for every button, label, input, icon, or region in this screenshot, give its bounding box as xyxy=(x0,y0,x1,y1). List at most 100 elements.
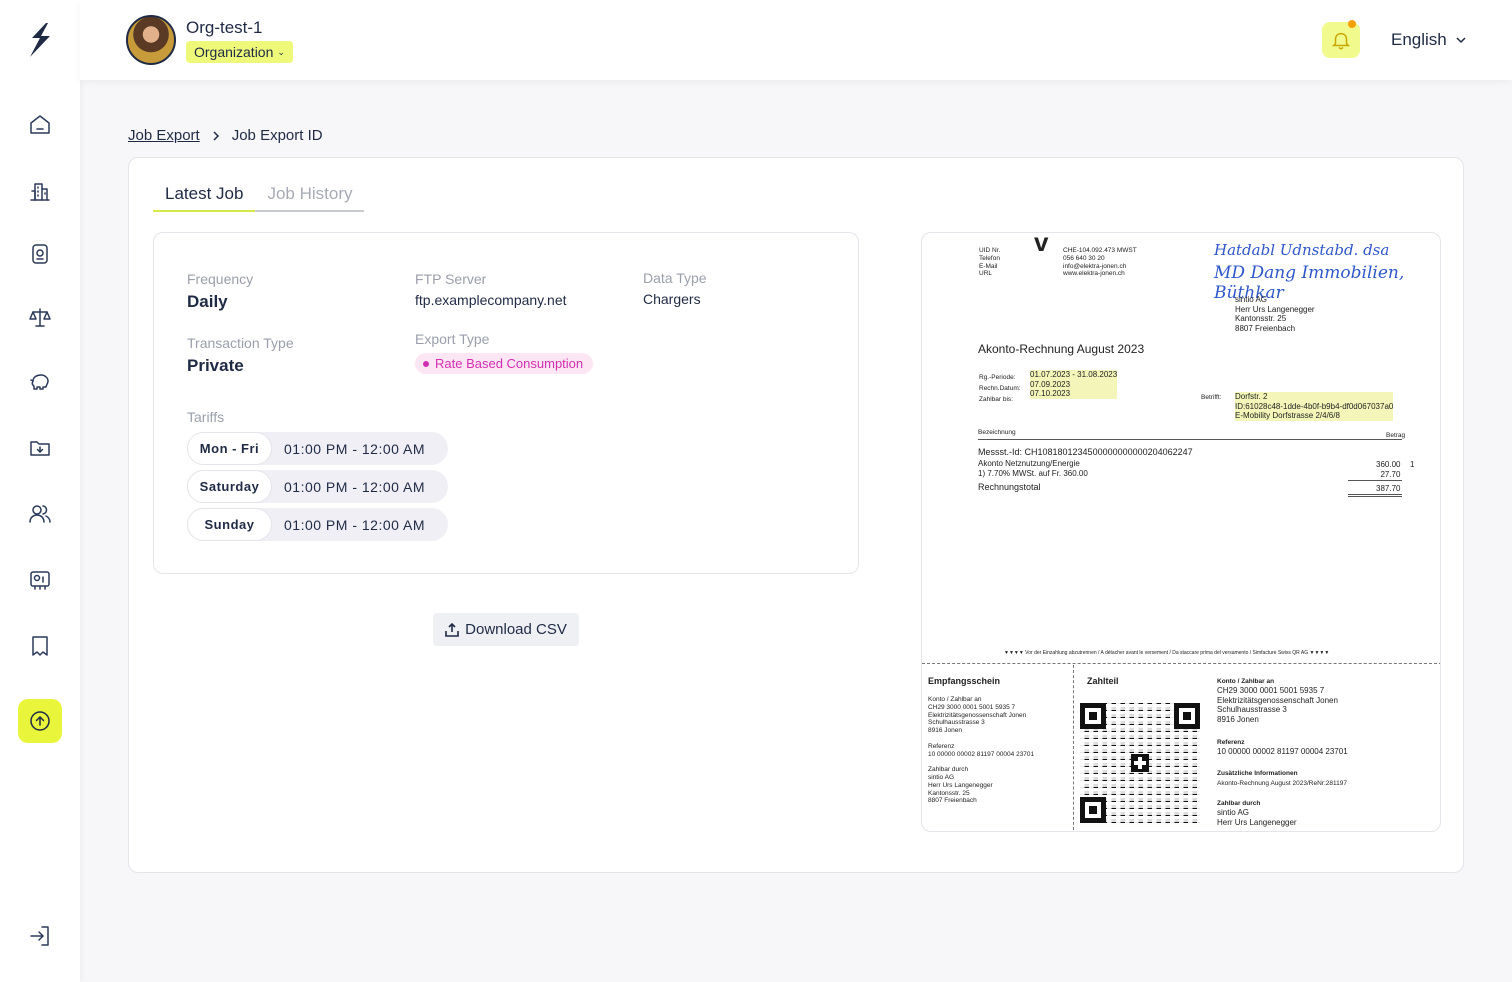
betrifft-value: Dorfstr. 2 ID:61028c48-1dde-4b0f-b9b4-df… xyxy=(1235,392,1394,421)
qr-finder xyxy=(1174,703,1200,729)
data-type-field: Data Type Chargers xyxy=(643,270,707,307)
ftp-server-value: ftp.examplecompany.net xyxy=(415,292,567,308)
handwritten-note: Hatdabl Udnstabd. dsa xyxy=(1214,241,1390,259)
tariffs-label: Tariffs xyxy=(187,409,225,425)
invoice-title: Akonto-Rechnung August 2023 xyxy=(978,342,1145,356)
nav-tariffs[interactable] xyxy=(18,296,62,340)
table-rule xyxy=(978,439,1402,440)
notifications-button[interactable] xyxy=(1322,20,1360,58)
sender-values: CHE-104.092.473 MWST 056 640 30 20 info@… xyxy=(1063,247,1137,278)
tab-job-history[interactable]: Job History xyxy=(255,182,365,212)
ftp-server-label: FTP Server xyxy=(415,271,487,287)
nav-logout[interactable] xyxy=(18,914,62,958)
frequency-value: Daily xyxy=(187,292,228,311)
logout-icon xyxy=(30,926,49,946)
payment-payer: sintio AG Herr Urs Langenegger xyxy=(1217,808,1297,827)
invoice-preview[interactable]: v UID Nr. Telefon E-Mail URL CHE-104.092… xyxy=(921,232,1441,832)
total-double-rule xyxy=(1348,494,1402,495)
frequency-field: Frequency Daily xyxy=(187,271,253,312)
nav-cards[interactable] xyxy=(18,558,62,602)
col-description: Bezeichnung xyxy=(978,429,1016,436)
export-type-badge: Rate Based Consumption xyxy=(415,353,594,374)
tariff-day: Saturday xyxy=(187,470,272,503)
export-type-field: Export Type Rate Based Consumption xyxy=(415,331,594,374)
nav-invoices[interactable] xyxy=(18,624,62,668)
users-icon xyxy=(29,505,51,523)
top-header: Org-test-1 Organization ⌄ English xyxy=(80,0,1512,80)
nav-buildings[interactable] xyxy=(18,169,62,213)
invoice-meta-labels: Rg.-Periode: Rechn.Datum: Zahlbar bis: xyxy=(979,374,1021,404)
metering-id: Messst.-Id: CH10818012345000000000002040… xyxy=(978,447,1193,457)
language-selector[interactable]: English xyxy=(1391,30,1467,50)
payment-info-label: Zusätzliche Informationen xyxy=(1217,770,1298,777)
payment-account-label: Konto / Zahlbar an xyxy=(1217,678,1275,685)
payment-info: Akonto-Rechnung August 2023/ReNr:281197 xyxy=(1217,780,1347,787)
language-label: English xyxy=(1391,30,1447,49)
tabs: Latest Job Job History xyxy=(153,182,365,212)
tariff-time: 01:00 PM - 12:00 AM xyxy=(284,440,426,457)
frequency-label: Frequency xyxy=(187,271,254,287)
total-amount: 387.70 xyxy=(1376,484,1401,493)
receipt-body: Konto / Zahlbar an CH29 3000 0001 5001 5… xyxy=(928,696,1035,805)
payment-ref-label: Referenz xyxy=(1217,739,1245,746)
nav-home[interactable] xyxy=(18,103,62,147)
org-type-label: Organization xyxy=(194,44,274,60)
avatar[interactable] xyxy=(126,15,176,65)
sender-labels: UID Nr. Telefon E-Mail URL xyxy=(979,247,1001,278)
piggy-bank-icon xyxy=(30,374,49,390)
chevron-right-icon xyxy=(213,130,219,141)
status-dot-icon xyxy=(423,360,429,367)
line-items: Akonto Netznutzung/Energie 1) 7.70% MWSt… xyxy=(978,459,1088,478)
nav-job-export[interactable] xyxy=(18,699,62,743)
transaction-type-field: Transaction Type Private xyxy=(187,335,294,376)
tariff-row: Mon - Fri 01:00 PM - 12:00 AM xyxy=(187,432,448,465)
bell-icon xyxy=(1331,32,1351,50)
tariff-row: Saturday 01:00 PM - 12:00 AM xyxy=(187,470,448,503)
home-icon xyxy=(30,115,50,134)
payment-payer-label: Zahlbar durch xyxy=(1217,800,1261,807)
qr-finder xyxy=(1080,797,1106,823)
download-csv-button[interactable]: Download CSV xyxy=(433,613,579,646)
ftp-server-field: FTP Server ftp.examplecompany.net xyxy=(415,271,567,308)
sender-logo-mark: v xyxy=(1034,232,1049,257)
scale-icon xyxy=(29,308,51,327)
tariff-row: Sunday 01:00 PM - 12:00 AM xyxy=(187,508,448,541)
tariff-day: Mon - Fri xyxy=(187,432,272,465)
chevron-down-icon: ⌄ xyxy=(277,46,285,57)
org-name: Org-test-1 xyxy=(186,18,263,37)
nav-users[interactable] xyxy=(18,492,62,536)
upload-icon xyxy=(30,711,50,731)
breadcrumb: Job Export Job Export ID xyxy=(128,127,323,144)
sidebar xyxy=(0,0,80,982)
nav-imports[interactable] xyxy=(18,426,62,470)
total-label: Rechnungstotal xyxy=(978,482,1041,492)
nav-chargers[interactable] xyxy=(18,232,62,276)
download-csv-label: Download CSV xyxy=(465,621,567,638)
id-card-icon xyxy=(30,571,50,590)
receipt-title: Empfangsschein xyxy=(928,676,1001,686)
app-logo-icon[interactable] xyxy=(24,22,56,58)
receipt-icon xyxy=(32,636,48,656)
job-details-panel: Frequency Daily FTP Server ftp.exampleco… xyxy=(153,232,859,574)
breadcrumb-job-export[interactable]: Job Export xyxy=(128,127,200,144)
data-type-label: Data Type xyxy=(643,270,707,286)
nav-finance[interactable] xyxy=(18,360,62,404)
total-double-rule xyxy=(1348,496,1402,497)
payment-ref: 10 00000 00002 81197 00004 23701 xyxy=(1217,747,1348,756)
tab-latest-job[interactable]: Latest Job xyxy=(153,182,256,212)
tariff-time: 01:00 PM - 12:00 AM xyxy=(284,478,426,495)
invoice-meta-values: 01.07.2023 - 31.08.2023 07.09.2023 07.10… xyxy=(1030,370,1118,399)
qr-finder xyxy=(1080,703,1106,729)
betrifft-label: Betrifft: xyxy=(1201,394,1222,401)
folder-download-icon xyxy=(30,441,50,456)
export-type-value: Rate Based Consumption xyxy=(435,356,584,371)
perforation-line xyxy=(1073,665,1074,831)
swiss-cross-icon xyxy=(1131,754,1149,772)
data-type-value: Chargers xyxy=(643,291,701,307)
org-type-dropdown[interactable]: Organization ⌄ xyxy=(186,41,293,63)
notification-dot xyxy=(1348,20,1356,28)
line-amounts: 360.00 27.70 xyxy=(1376,460,1401,479)
payment-account: CH29 3000 0001 5001 5935 7 Elektrizitäts… xyxy=(1217,686,1338,724)
payment-title: Zahlteil xyxy=(1087,676,1119,686)
line-code: 1 xyxy=(1410,460,1415,469)
